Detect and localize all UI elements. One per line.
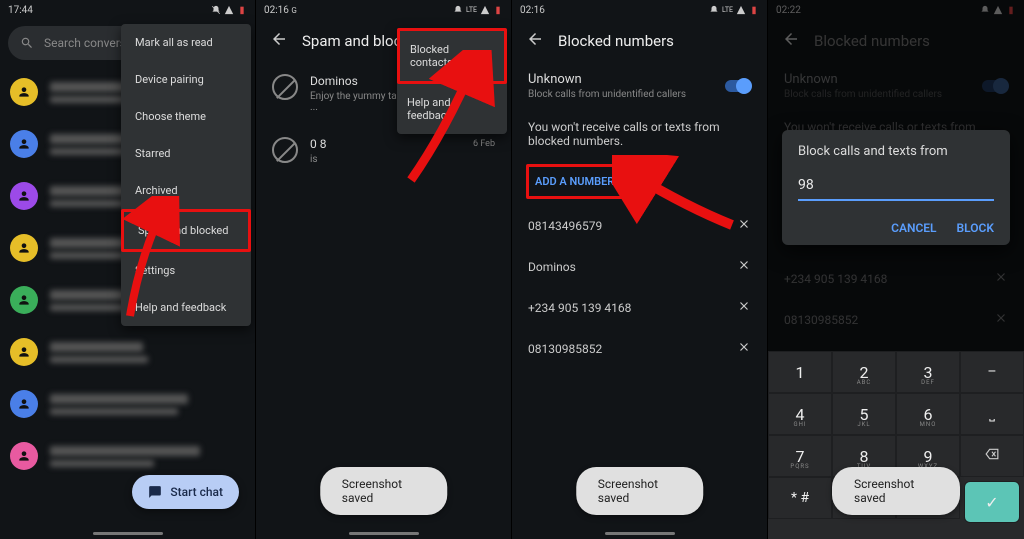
keypad-key[interactable]: 4GHI (768, 393, 832, 435)
menu-item[interactable]: Device pairing (121, 61, 251, 98)
toast: Screenshot saved (320, 467, 448, 515)
status-icons: LTE (709, 5, 759, 15)
block-dialog: Block calls and texts from 98 CANCEL BLO… (782, 130, 1010, 245)
menu-item[interactable]: Starred (121, 135, 251, 172)
clock: 02:16 (520, 5, 545, 16)
back-button[interactable] (270, 30, 288, 52)
header: Blocked numbers (512, 20, 767, 62)
block-button[interactable]: BLOCK (957, 221, 994, 235)
keypad-key[interactable]: – (960, 351, 1024, 393)
bell-off-icon (211, 5, 221, 15)
search-icon (20, 36, 34, 50)
battery-icon (237, 5, 247, 15)
panel-conversations: 17:44 Search conversatio Mark all as rea… (0, 0, 256, 539)
phone-input[interactable]: 98 (798, 177, 994, 201)
avatar (10, 78, 38, 106)
block-icon (272, 137, 298, 163)
unknown-title: Unknown (528, 72, 686, 87)
cancel-button[interactable]: CANCEL (891, 221, 936, 235)
battery-icon (749, 5, 759, 15)
toast: Screenshot saved (576, 467, 704, 515)
dialog-title: Block calls and texts from (798, 144, 994, 159)
nav-bar (512, 527, 767, 539)
clock: 17:44 (8, 5, 33, 16)
page-title: Spam and block (302, 32, 409, 50)
keypad-key[interactable] (960, 435, 1024, 477)
avatar (10, 390, 38, 418)
blocked-number: 08143496579 (528, 219, 602, 233)
confirm-key[interactable]: ✓ (964, 481, 1020, 523)
battery-icon (493, 5, 503, 15)
keypad-key[interactable]: 7PQRS (768, 435, 832, 477)
red-arrow (396, 50, 496, 190)
unknown-toggle[interactable] (725, 80, 751, 92)
nav-bar (0, 527, 255, 539)
status-icons (211, 5, 247, 15)
blocked-number: +234 905 139 4168 (528, 301, 631, 315)
signal-icon (736, 5, 746, 15)
add-number-button[interactable]: ADD A NUMBER (526, 164, 623, 199)
page-title: Blocked numbers (558, 32, 674, 50)
blocked-row: Dominos (512, 246, 767, 287)
avatar (10, 234, 38, 262)
start-chat-button[interactable]: Start chat (132, 475, 239, 509)
bell-off-icon (453, 5, 463, 15)
conversation-item[interactable] (10, 378, 245, 430)
avatar (10, 130, 38, 158)
back-button[interactable] (526, 30, 544, 52)
keypad-key[interactable]: ⎵ (960, 393, 1024, 435)
signal-icon (224, 5, 234, 15)
panel-add-number-dialog: 02:22 Blocked numbers Unknown Block call… (768, 0, 1024, 539)
blocked-number: 08130985852 (528, 342, 602, 356)
keypad-key[interactable]: 5JKL (832, 393, 896, 435)
blocked-number: Dominos (528, 260, 576, 274)
start-chat-label: Start chat (170, 485, 223, 499)
menu-item[interactable]: Mark all as read (121, 24, 251, 61)
red-arrow (110, 196, 180, 326)
signal-icon (480, 5, 490, 15)
status-bar: 02:16 LTE (512, 0, 767, 20)
keypad-key[interactable]: 6MNO (896, 393, 960, 435)
status-bar: 17:44 (0, 0, 255, 20)
blocked-description: You won't receive calls or texts from bl… (512, 110, 767, 158)
unknown-toggle-row: Unknown Block calls from unidentified ca… (512, 62, 767, 110)
conversation-item[interactable] (10, 326, 245, 378)
menu-item[interactable]: Choose theme (121, 98, 251, 135)
keypad-key[interactable]: * # (768, 477, 832, 519)
remove-button[interactable] (737, 340, 751, 357)
keypad-key[interactable]: 3DEF (896, 351, 960, 393)
remove-button[interactable] (737, 299, 751, 316)
blocked-row: 08130985852 (512, 328, 767, 369)
avatar (10, 442, 38, 470)
bell-off-icon (709, 5, 719, 15)
nav-bar (256, 527, 511, 539)
panel-blocked-numbers: 02:16 LTE Blocked numbers Unknown Block … (512, 0, 768, 539)
keypad-key[interactable]: 1 (768, 351, 832, 393)
panel-spam-blocked: 02:16 G LTE Spam and block DominosEnjoy … (256, 0, 512, 539)
chat-icon (148, 485, 162, 499)
avatar (10, 182, 38, 210)
red-arrow (612, 155, 742, 245)
blocked-row: +234 905 139 4168 (512, 287, 767, 328)
status-icons: LTE (453, 5, 503, 15)
unknown-subtitle: Block calls from unidentified callers (528, 89, 686, 100)
block-icon (272, 74, 298, 100)
clock: 02:16 G (264, 5, 297, 16)
keypad-key[interactable]: 2ABC (832, 351, 896, 393)
avatar (10, 286, 38, 314)
toast: Screenshot saved (832, 467, 960, 515)
remove-button[interactable] (737, 258, 751, 275)
avatar (10, 338, 38, 366)
status-bar: 02:16 G LTE (256, 0, 511, 20)
